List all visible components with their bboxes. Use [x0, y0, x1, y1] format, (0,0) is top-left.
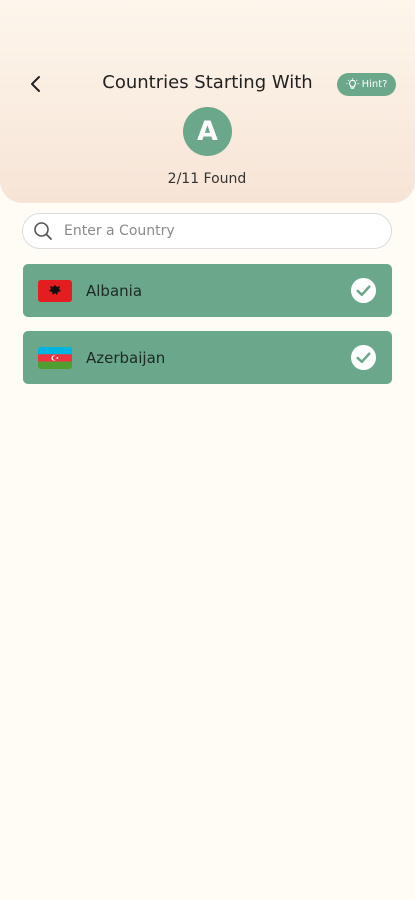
header: Countries Starting With Hint? A 2/11 Fou…	[0, 0, 415, 203]
page-title: Countries Starting With	[102, 72, 313, 93]
check-circle-icon	[350, 277, 377, 304]
found-count: 2/11 Found	[167, 171, 247, 187]
albania-flag-icon	[38, 279, 72, 302]
azerbaijan-flag-icon	[38, 346, 72, 369]
country-name: Azerbaijan	[86, 348, 166, 367]
search-icon	[33, 221, 53, 241]
hint-label: Hint?	[361, 79, 388, 90]
back-button[interactable]	[22, 70, 50, 98]
country-row-azerbaijan[interactable]: Azerbaijan	[23, 331, 392, 384]
search-box[interactable]	[22, 213, 392, 249]
hint-button[interactable]: Hint?	[337, 73, 396, 96]
lightbulb-icon	[345, 78, 359, 89]
chevron-left-icon	[31, 76, 40, 92]
search-input[interactable]	[62, 222, 366, 240]
letter-text: A	[197, 116, 218, 147]
check-circle-icon	[350, 344, 377, 371]
letter-badge: A	[183, 107, 232, 156]
country-row-albania[interactable]: Albania	[23, 264, 392, 317]
country-name: Albania	[86, 281, 143, 300]
game-screen: Countries Starting With Hint? A 2/11 Fou…	[0, 0, 415, 900]
